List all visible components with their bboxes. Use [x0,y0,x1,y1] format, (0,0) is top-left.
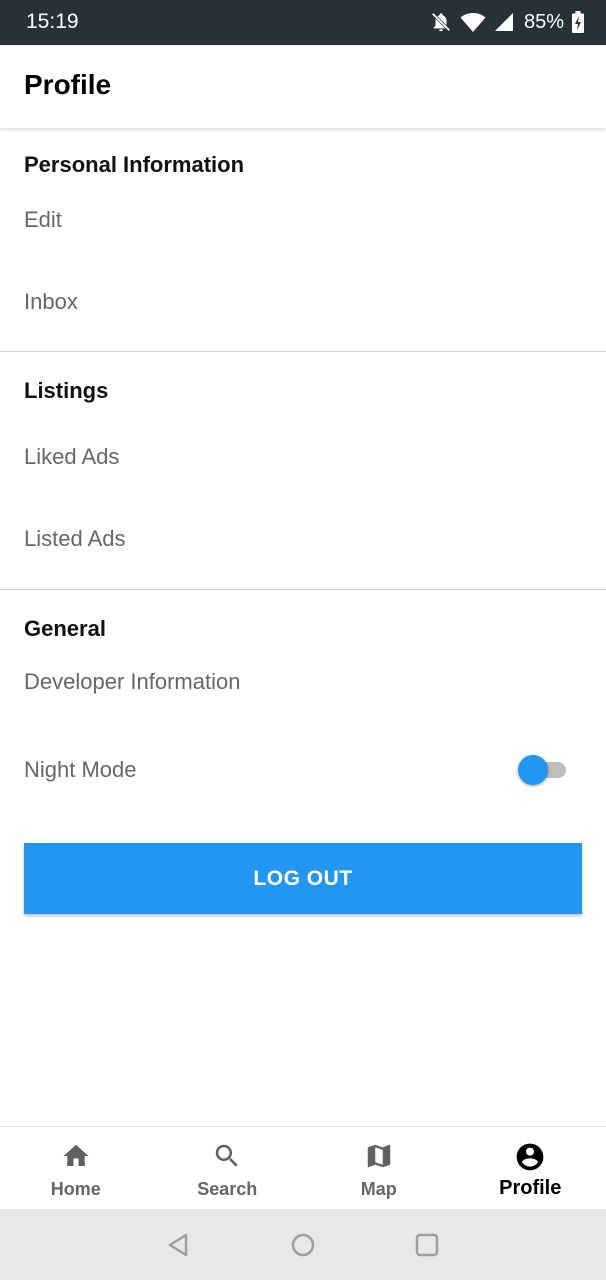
section-title-personal-information: Personal Information [24,152,245,177]
nav-item-home[interactable]: Home [0,1127,152,1209]
menu-item-edit[interactable]: Edit [0,190,606,250]
account-circle-icon [516,1143,544,1171]
status-time: 15:19 [26,10,79,33]
system-navigation-bar [0,1209,606,1280]
menu-item-label: Inbox [24,289,78,314]
menu-item-label: Night Mode [24,757,137,782]
night-mode-toggle[interactable] [518,755,568,785]
notifications-off-icon [431,12,451,32]
menu-item-label: Liked Ads [24,444,120,469]
nav-label: Search [197,1179,258,1199]
recents-icon[interactable] [413,1231,441,1259]
menu-item-label: Listed Ads [24,526,126,551]
logout-button[interactable]: LOG OUT [24,843,582,914]
battery-charging-icon [572,11,584,33]
nav-label: Home [50,1179,101,1199]
cell-signal-icon [494,13,513,31]
menu-item-developer-information[interactable]: Developer Information [0,652,606,712]
section-title-listings: Listings [24,378,109,403]
bottom-navigation: Home Search Map Profile [0,1126,606,1209]
nav-label: Profile [499,1177,562,1199]
menu-item-label: Edit [24,207,62,232]
wifi-icon [460,13,486,32]
home-icon [63,1144,89,1166]
menu-item-liked-ads[interactable]: Liked Ads [0,427,606,487]
menu-item-label: Developer Information [24,669,241,694]
toggle-thumb [518,755,548,785]
menu-item-inbox[interactable]: Inbox [0,272,606,332]
section-divider [0,351,606,352]
status-icons: 85% [430,9,584,35]
map-icon [367,1144,390,1168]
app-bar: Profile [0,45,606,128]
nav-item-profile[interactable]: Profile [455,1127,606,1209]
nav-label: Map [360,1179,397,1199]
search-icon [216,1144,238,1167]
battery-level: 85% [523,10,564,33]
status-bar: 15:19 85% [0,0,606,45]
home-circle-icon[interactable] [289,1231,317,1259]
nav-item-map[interactable]: Map [303,1127,455,1209]
page-title: Profile [24,69,112,100]
section-divider [0,589,606,590]
section-title-general: General [24,616,106,641]
menu-item-night-mode: Night Mode [0,740,606,800]
menu-item-listed-ads[interactable]: Listed Ads [0,509,606,569]
back-icon[interactable] [165,1231,193,1259]
nav-item-search[interactable]: Search [152,1127,304,1209]
